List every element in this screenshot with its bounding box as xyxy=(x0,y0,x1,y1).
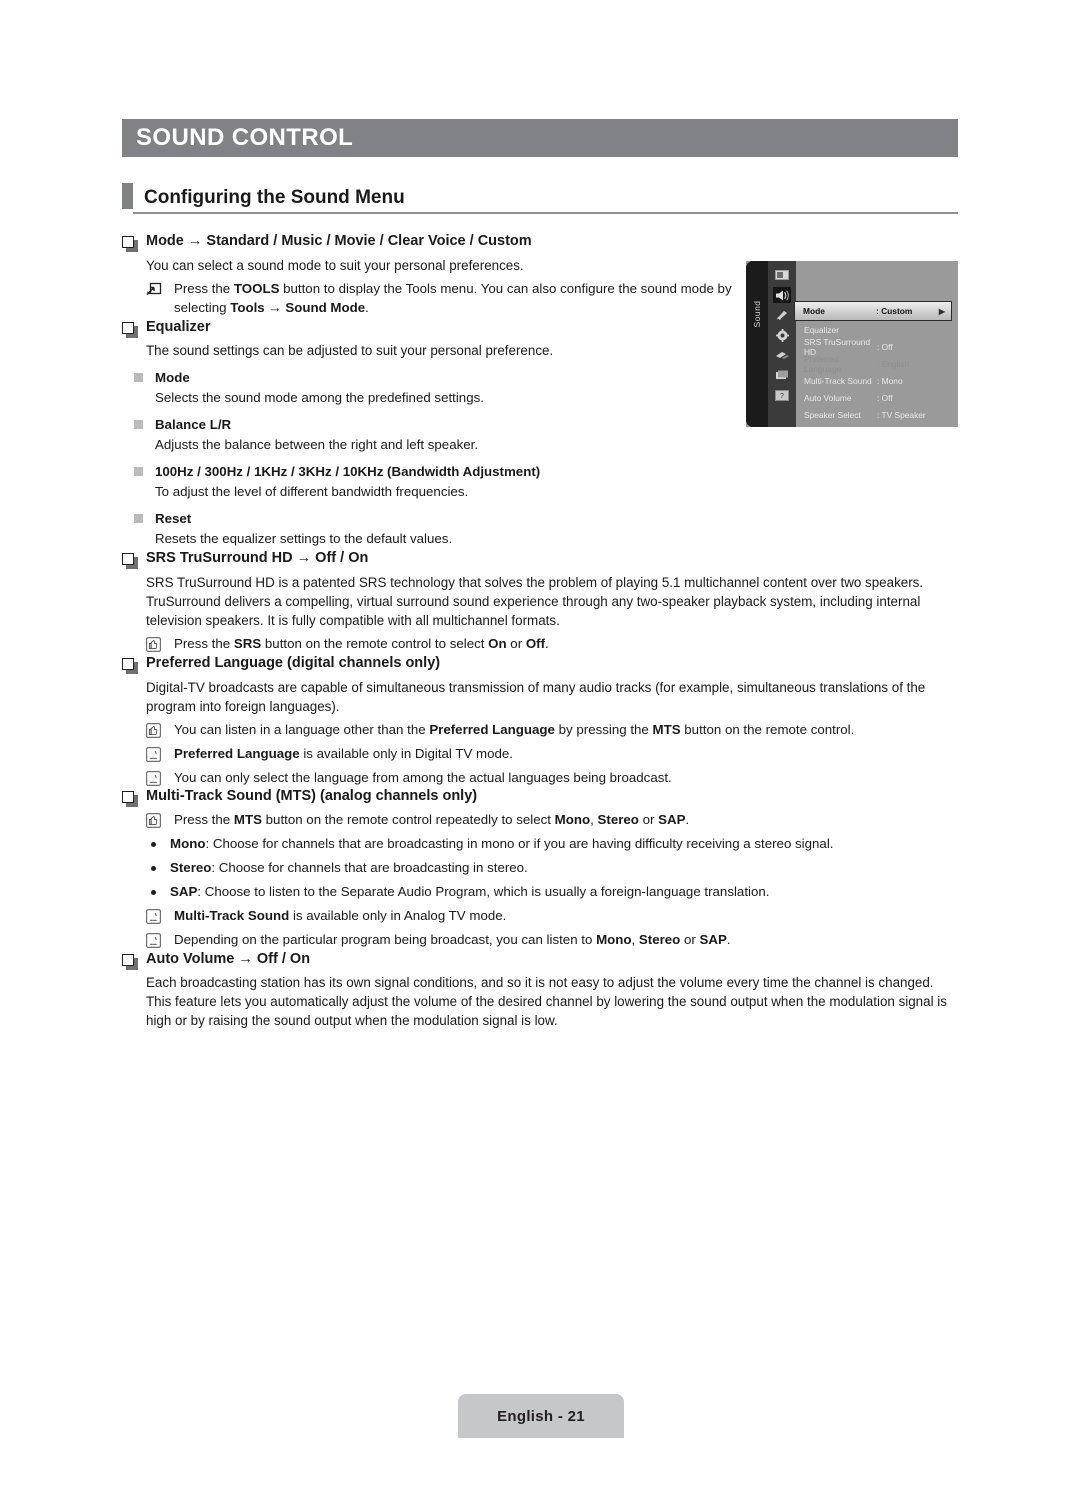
heading-auto-volume: Auto Volume → Off / On xyxy=(122,950,958,970)
square-bullet-icon xyxy=(134,466,143,476)
square-bullet-icon xyxy=(134,372,143,382)
mode-description: You can select a sound mode to suit your… xyxy=(146,257,524,273)
preferred-language-description: Digital-TV broadcasts are capable of sim… xyxy=(146,679,926,714)
subitem-label: Reset xyxy=(155,510,192,526)
preferred-language-note-1-text: You can listen in a language other than … xyxy=(174,721,855,737)
equalizer-subitem-bandwidth: 100Hz / 300Hz / 1KHz / 3KHz / 10KHz (Ban… xyxy=(134,463,958,480)
preferred-language-note-2-text: Preferred Language is available only in … xyxy=(174,745,513,761)
checkbox-bullet-icon xyxy=(122,791,138,808)
equalizer-description: The sound settings can be adjusted to su… xyxy=(146,343,554,359)
chapter-banner: SOUND CONTROL xyxy=(122,119,958,157)
section-multi-track-sound: Multi-Track Sound (MTS) (analog channels… xyxy=(122,787,958,949)
checkbox-bullet-icon xyxy=(122,321,138,338)
srs-note-text: Press the SRS button on the remote contr… xyxy=(174,636,549,652)
round-bullet-icon xyxy=(151,842,156,848)
subitem-label: Mode xyxy=(155,369,190,385)
mts-bullet-stereo: Stereo: Choose for channels that are bro… xyxy=(146,859,958,878)
mts-note-2: Multi-Track Sound is available only in A… xyxy=(146,907,958,926)
heading-mode: Mode → Standard / Music / Movie / Clear … xyxy=(122,232,958,252)
section-equalizer: Equalizer The sound settings can be adju… xyxy=(122,318,958,550)
mts-note-3-text: Depending on the particular program bein… xyxy=(174,931,731,947)
srs-description: SRS TruSurround HD is a patented SRS tec… xyxy=(146,574,924,629)
section-marker-icon xyxy=(122,183,133,209)
subitem-description: Adjusts the balance between the right an… xyxy=(155,436,479,452)
manual-page: SOUND CONTROL Configuring the Sound Menu… xyxy=(0,0,1080,1488)
mode-tools-note: Press the TOOLS button to display the To… xyxy=(146,280,958,318)
equalizer-subitem-balance: Balance L/R xyxy=(134,416,958,433)
equalizer-subitem-mode: Mode xyxy=(134,369,958,386)
note-pencil-icon xyxy=(146,746,164,763)
section-preferred-language: Preferred Language (digital channels onl… xyxy=(122,654,958,788)
round-bullet-icon xyxy=(151,866,156,872)
page-label: English - 21 xyxy=(497,1407,585,1425)
note-pencil-icon xyxy=(146,770,164,787)
checkbox-bullet-icon xyxy=(122,953,138,970)
subitem-description: Resets the equalizer settings to the def… xyxy=(155,531,453,547)
section-heading: Configuring the Sound Menu xyxy=(122,183,958,211)
heading-srs: SRS TruSurround HD → Off / On xyxy=(122,549,958,570)
heading-equalizer: Equalizer xyxy=(122,318,958,338)
checkbox-bullet-icon xyxy=(122,236,138,252)
remote-button-icon xyxy=(146,637,164,653)
heading-text: Preferred Language (digital channels onl… xyxy=(146,654,441,671)
heading-text: Multi-Track Sound (MTS) (analog channels… xyxy=(146,788,478,805)
tools-icon xyxy=(146,282,164,298)
preferred-language-note-3-text: You can only select the language from am… xyxy=(174,769,672,785)
srs-note: Press the SRS button on the remote contr… xyxy=(146,635,958,654)
subitem-description: Selects the sound mode among the predefi… xyxy=(155,389,484,405)
page-footer-tag: English - 21 xyxy=(458,1394,624,1438)
subitem-description: To adjust the level of different bandwid… xyxy=(155,484,469,500)
square-bullet-icon xyxy=(134,419,143,429)
mts-bullet-mono: Mono: Choose for channels that are broad… xyxy=(146,835,958,854)
subitem-label: 100Hz / 300Hz / 1KHz / 3KHz / 10KHz (Ban… xyxy=(155,463,541,479)
mts-note-1-text: Press the MTS button on the remote contr… xyxy=(174,812,690,828)
auto-volume-description: Each broadcasting station has its own si… xyxy=(146,975,947,1029)
note-pencil-icon xyxy=(146,932,164,949)
mts-bullet-sap: SAP: Choose to listen to the Separate Au… xyxy=(146,883,958,902)
equalizer-subitem-reset: Reset xyxy=(134,510,958,527)
square-bullet-icon xyxy=(134,513,143,523)
checkbox-bullet-icon xyxy=(122,553,138,570)
heading-text: Equalizer xyxy=(146,318,211,335)
chapter-title: SOUND CONTROL xyxy=(136,124,354,151)
section-auto-volume: Auto Volume → Off / On Each broadcasting… xyxy=(122,950,958,1031)
mts-note-3: Depending on the particular program bein… xyxy=(146,931,958,950)
mts-note-2-text: Multi-Track Sound is available only in A… xyxy=(174,907,507,923)
mts-bullet-text: Mono: Choose for channels that are broad… xyxy=(170,836,834,852)
mts-bullet-text: SAP: Choose to listen to the Separate Au… xyxy=(170,883,770,899)
heading-text: Mode → Standard / Music / Movie / Clear … xyxy=(146,233,532,249)
remote-button-icon xyxy=(146,813,164,829)
preferred-language-note-2: Preferred Language is available only in … xyxy=(146,745,958,764)
preferred-language-note-1: You can listen in a language other than … xyxy=(146,721,958,740)
mode-tools-note-text: Press the TOOLS button to display the To… xyxy=(174,280,732,315)
heading-text: SRS TruSurround HD → Off / On xyxy=(146,550,369,567)
mts-bullet-text: Stereo: Choose for channels that are bro… xyxy=(170,860,528,876)
remote-button-icon xyxy=(146,722,164,739)
mts-note-1: Press the MTS button on the remote contr… xyxy=(146,811,958,830)
section-divider xyxy=(133,212,958,214)
section-mode: Mode → Standard / Music / Movie / Clear … xyxy=(122,232,958,318)
note-pencil-icon xyxy=(146,908,164,925)
round-bullet-icon xyxy=(151,889,156,895)
page-content: Mode → Standard / Music / Movie / Clear … xyxy=(122,232,958,1031)
heading-preferred-language: Preferred Language (digital channels onl… xyxy=(122,654,958,674)
preferred-language-note-3: You can only select the language from am… xyxy=(146,769,958,788)
subitem-label: Balance L/R xyxy=(155,416,232,432)
heading-text: Auto Volume → Off / On xyxy=(146,950,311,967)
heading-mts: Multi-Track Sound (MTS) (analog channels… xyxy=(122,787,958,808)
section-title: Configuring the Sound Menu xyxy=(144,187,405,208)
checkbox-bullet-icon xyxy=(122,657,138,674)
section-srs-trusurround: SRS TruSurround HD → Off / On SRS TruSur… xyxy=(122,549,958,654)
